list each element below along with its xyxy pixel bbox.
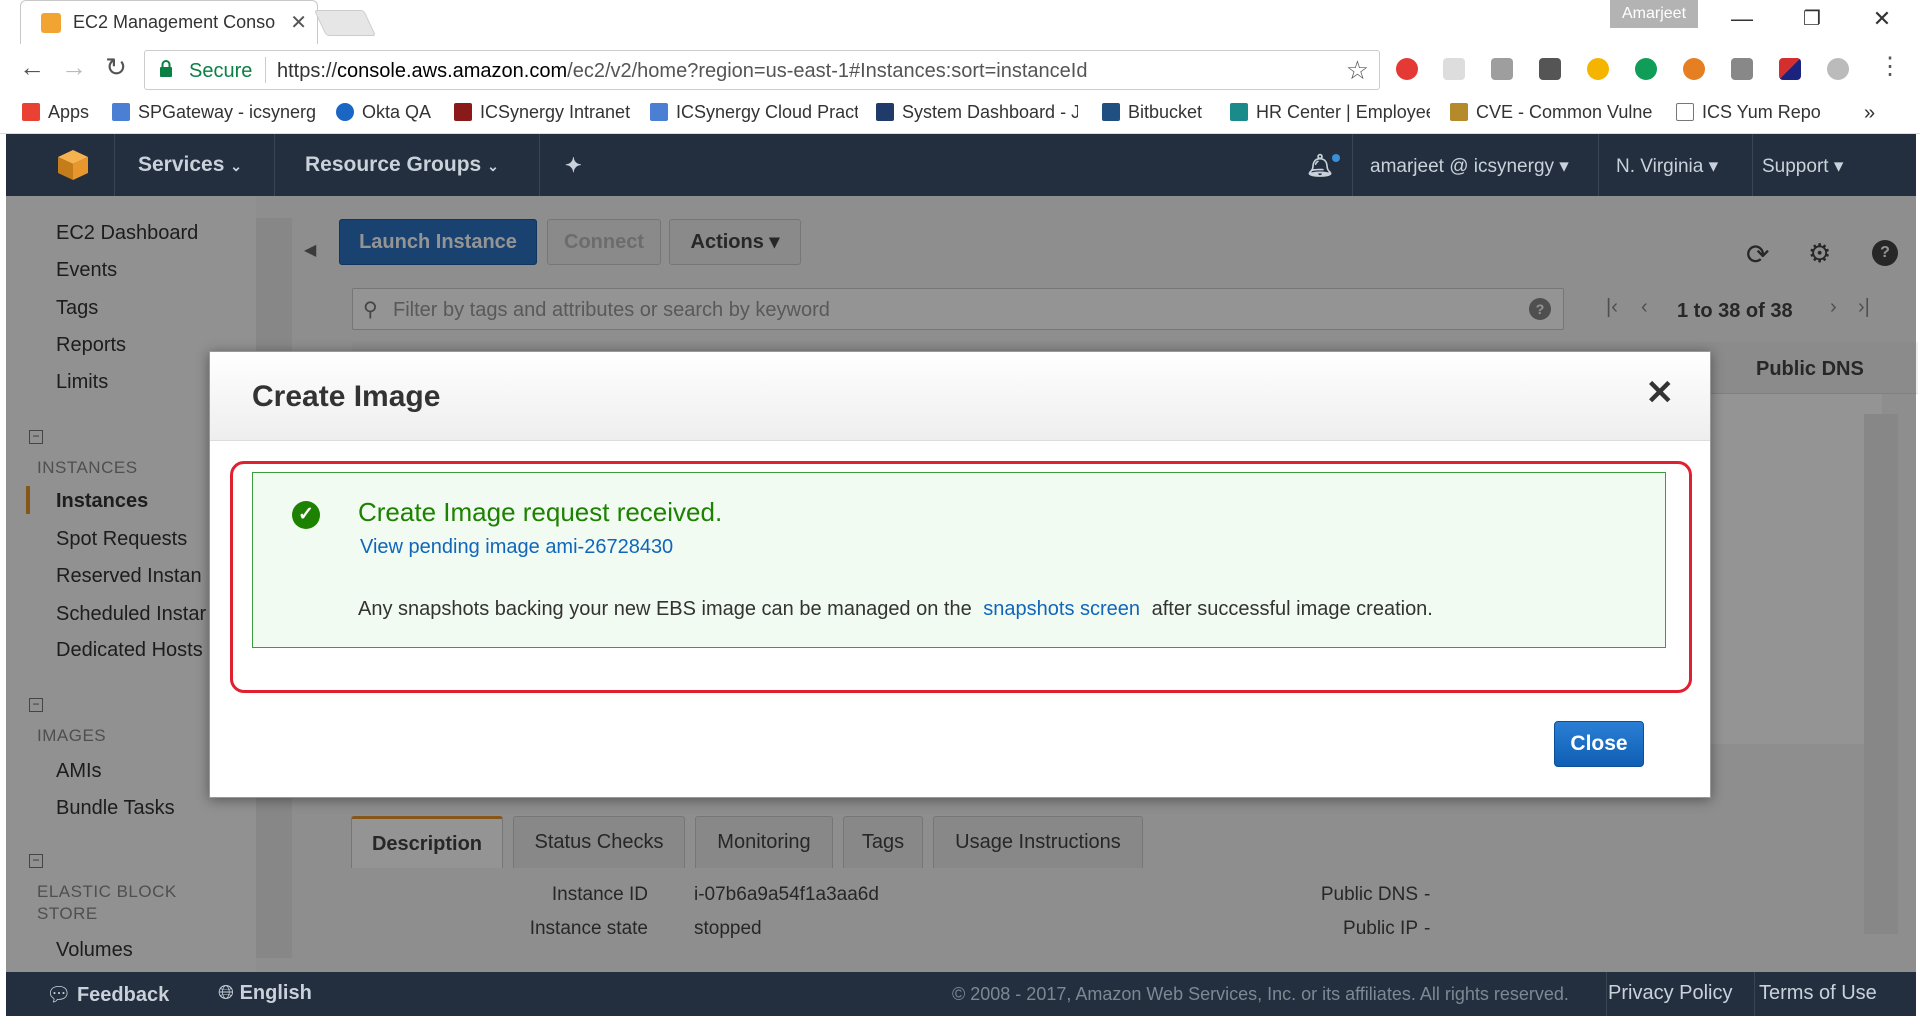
- lock-icon: [160, 60, 172, 77]
- notification-bell-icon[interactable]: 🔔︎: [1306, 153, 1334, 179]
- cve-icon: [1450, 103, 1468, 121]
- file-icon: [1676, 103, 1694, 121]
- success-message: Create Image request received.: [358, 497, 723, 527]
- checkmark-circle-icon: ✓: [292, 501, 320, 529]
- bookmark-intranet[interactable]: ICSynergy Intranet: [454, 102, 634, 128]
- bookmark-cloud-practice[interactable]: ICSynergy Cloud Pract: [650, 102, 858, 128]
- dialog-header: Create Image ✕: [210, 352, 1710, 441]
- bookmark-star-icon[interactable]: ☆: [1346, 55, 1369, 86]
- chat-extension-icon[interactable]: [1635, 58, 1657, 80]
- feedback-bubble-icon: 💬︎: [46, 984, 72, 1006]
- console-footer: 💬︎ Feedback 🌐︎ English © 2008 - 2017, Am…: [6, 972, 1916, 1016]
- url-text[interactable]: https://console.aws.amazon.com/ec2/v2/ho…: [277, 60, 1087, 83]
- terms-of-use-link[interactable]: Terms of Use: [1759, 982, 1877, 1005]
- bookmark-hr-center[interactable]: HR Center | Employee: [1230, 102, 1430, 128]
- aws-console-header: Services ⌄ Resource Groups ⌄ ✦ 🔔︎ amarje…: [6, 134, 1916, 196]
- bookmark-okta[interactable]: Okta QA: [336, 102, 450, 128]
- jira-icon: [876, 103, 894, 121]
- profile-name[interactable]: Amarjeet: [1610, 0, 1698, 28]
- notification-dot: [1332, 154, 1340, 162]
- star-extension-icon[interactable]: [1587, 58, 1609, 80]
- address-bar[interactable]: Secure https://console.aws.amazon.com/ec…: [144, 50, 1380, 90]
- okta-icon: [336, 103, 354, 121]
- restore-icon[interactable]: ❐: [1792, 6, 1832, 31]
- browser-tab[interactable]: EC2 Management Conso ✕: [20, 0, 318, 44]
- bitbucket-icon: [1102, 103, 1120, 121]
- bookmark-jira[interactable]: System Dashboard - J: [876, 102, 1078, 128]
- snapshots-note: Any snapshots backing your new EBS image…: [358, 598, 1433, 620]
- feedback-link[interactable]: 💬︎ Feedback: [46, 982, 169, 1007]
- aws-cube-logo-icon[interactable]: [56, 148, 90, 182]
- flag-extension-icon[interactable]: [1779, 58, 1801, 80]
- dialog-title: Create Image: [252, 380, 441, 413]
- view-pending-image-link[interactable]: View pending image ami-26728430: [360, 536, 673, 559]
- user-menu[interactable]: amarjeet @ icsynergy ▾: [1370, 155, 1569, 178]
- page-icon: [650, 103, 668, 121]
- create-image-dialog: Create Image ✕ ✓ Create Image request re…: [209, 351, 1711, 798]
- adblock-extension-icon[interactable]: [1396, 58, 1418, 80]
- reload-icon[interactable]: ↻: [98, 52, 134, 83]
- forward-icon[interactable]: →: [56, 52, 92, 83]
- g-extension-icon[interactable]: [1491, 58, 1513, 80]
- bookmark-yum-repo[interactable]: ICS Yum Repo: [1676, 102, 1836, 128]
- bookmarks-overflow-icon[interactable]: »: [1864, 102, 1894, 128]
- close-button[interactable]: Close: [1554, 721, 1644, 767]
- copyright-text: © 2008 - 2017, Amazon Web Services, Inc.…: [952, 984, 1569, 1004]
- owl-extension-icon[interactable]: [1683, 58, 1705, 80]
- pin-icon[interactable]: ✦: [565, 153, 582, 178]
- privacy-policy-link[interactable]: Privacy Policy: [1608, 982, 1732, 1005]
- support-menu[interactable]: Support ▾: [1762, 155, 1843, 178]
- tab-close-icon[interactable]: ✕: [290, 10, 307, 35]
- apps-icon: [22, 103, 40, 121]
- hr-icon: [1230, 103, 1248, 121]
- snowflake-extension-icon[interactable]: [1443, 58, 1465, 80]
- bookmark-cve[interactable]: CVE - Common Vulne: [1450, 102, 1652, 128]
- new-tab-button[interactable]: [313, 10, 377, 36]
- browser-tab-strip: EC2 Management Conso ✕ Amarjeet — ❐ ✕: [0, 0, 1920, 44]
- services-menu[interactable]: Services ⌄: [138, 153, 242, 177]
- resource-groups-menu[interactable]: Resource Groups ⌄: [305, 153, 499, 177]
- secure-label: Secure: [189, 60, 253, 82]
- minimize-icon[interactable]: —: [1722, 6, 1762, 32]
- address-row: ← → ↻ Secure https://console.aws.amazon.…: [0, 44, 1920, 96]
- aws-favicon-icon: [41, 13, 61, 33]
- bulb-extension-icon[interactable]: [1539, 58, 1561, 80]
- menu-icon[interactable]: ⋮: [1872, 52, 1908, 81]
- snapshots-screen-link[interactable]: snapshots screen: [983, 598, 1140, 620]
- bookmark-bitbucket[interactable]: Bitbucket: [1102, 102, 1210, 128]
- tab-title: EC2 Management Conso: [73, 12, 276, 32]
- region-menu[interactable]: N. Virginia ▾: [1616, 155, 1718, 178]
- dialog-close-icon[interactable]: ✕: [1646, 376, 1675, 410]
- language-selector[interactable]: 🌐︎ English: [218, 982, 312, 1005]
- bookmarks-bar: Apps SPGateway - icsynerg Okta QA ICSyne…: [0, 96, 1920, 134]
- bookmark-spgateway[interactable]: SPGateway - icsynerg: [112, 102, 318, 128]
- globe-icon: 🌐︎: [218, 982, 234, 1004]
- window-close-icon[interactable]: ✕: [1862, 6, 1902, 32]
- page-icon: [112, 103, 130, 121]
- intranet-icon: [454, 103, 472, 121]
- back-icon[interactable]: ←: [14, 52, 50, 83]
- window-extension-icon[interactable]: [1731, 58, 1753, 80]
- success-alert: ✓ Create Image request received. View pe…: [252, 472, 1666, 648]
- bookmark-apps[interactable]: Apps: [22, 102, 102, 128]
- mic-extension-icon[interactable]: [1827, 58, 1849, 80]
